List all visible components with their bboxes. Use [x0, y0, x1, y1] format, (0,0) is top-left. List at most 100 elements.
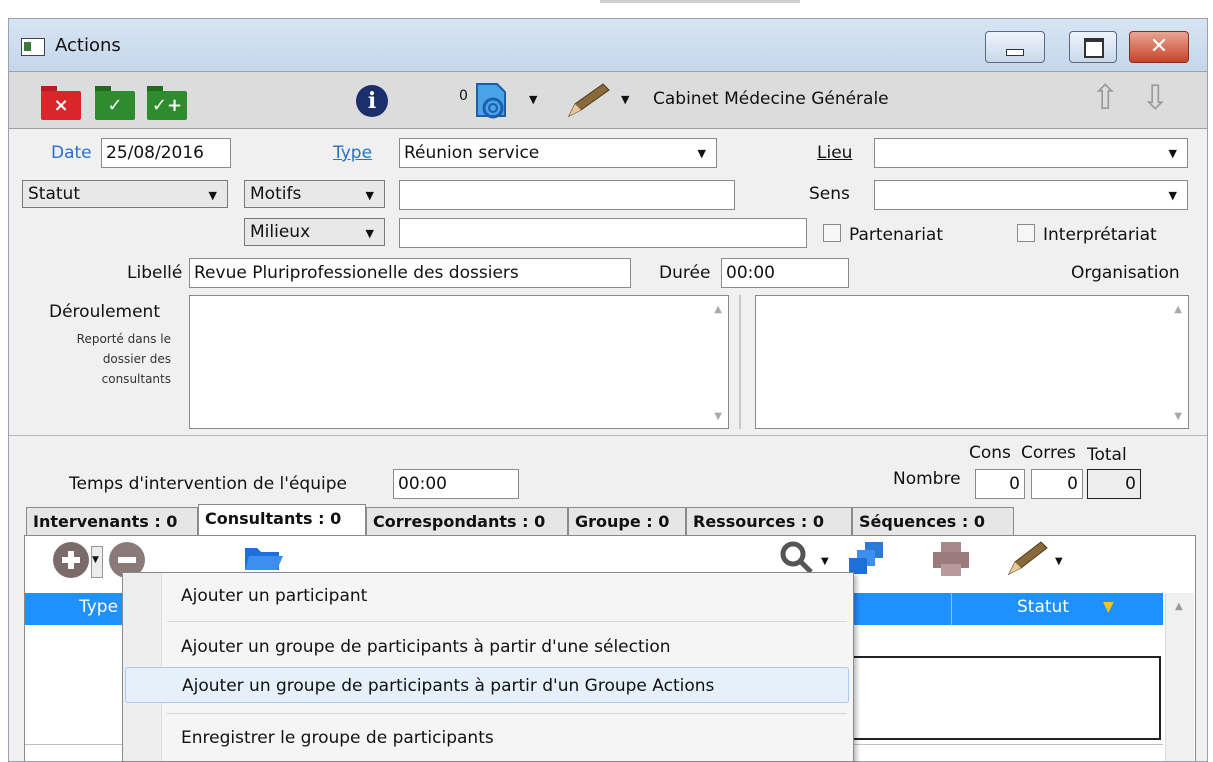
pencil-icon[interactable]: [565, 82, 615, 120]
validate-folder-icon: ✓: [95, 91, 135, 120]
total-count-field: 0: [1087, 469, 1141, 499]
partenariat-checkbox[interactable]: [823, 224, 841, 242]
top-strip: [600, 0, 800, 3]
add-participant-button[interactable]: [53, 542, 89, 578]
tab-correspondants[interactable]: Correspondants : 0: [366, 507, 568, 536]
type-select[interactable]: Réunion service ▼: [399, 138, 717, 168]
chevron-down-icon: ▼: [365, 227, 374, 240]
move-up-icon[interactable]: ⇧: [1091, 78, 1120, 118]
date-field[interactable]: 25/08/2016: [101, 138, 231, 168]
window-title: Actions: [55, 35, 121, 56]
validate-folder-button[interactable]: ✓: [95, 86, 135, 120]
cons-label: Cons: [969, 443, 1011, 463]
minus-icon: [118, 557, 136, 563]
temps-label: Temps d'intervention de l'équipe: [69, 474, 347, 494]
list-focus-box: [845, 656, 1161, 740]
tab-groupe[interactable]: Groupe : 0: [568, 507, 686, 536]
window-icon: [21, 38, 45, 56]
deroulement-note: Reporté dans le dossier des consultants: [29, 329, 171, 389]
organisation-label: Organisation: [1071, 263, 1180, 283]
statut-dropdown[interactable]: Statut ▼: [22, 180, 228, 208]
scroll-up-icon[interactable]: ▲: [1175, 601, 1183, 612]
col-type[interactable]: Type: [79, 597, 118, 617]
lieu-select[interactable]: ▼: [874, 138, 1188, 168]
type-value: Réunion service: [404, 143, 540, 163]
deroulement-note-line: Reporté dans le: [76, 332, 171, 346]
validate-new-folder-icon: ✓+: [147, 91, 187, 120]
close-icon: ✕: [1149, 34, 1169, 59]
cancel-folder-button[interactable]: ×: [41, 86, 81, 120]
chevron-down-icon: ▼: [365, 189, 374, 202]
corres-count-field[interactable]: 0: [1031, 469, 1083, 499]
splitter[interactable]: [739, 295, 741, 429]
chevron-down-icon: ▼: [1168, 147, 1177, 160]
attachment-dropdown-icon[interactable]: ▼: [529, 93, 537, 106]
sort-arrow-icon[interactable]: ▼: [1103, 599, 1114, 615]
validate-new-folder-button[interactable]: ✓+: [147, 86, 187, 120]
menu-separator: [167, 713, 847, 714]
organisation-textarea[interactable]: ▲ ▼: [755, 295, 1189, 429]
sens-select[interactable]: ▼: [874, 180, 1188, 210]
menu-separator: [167, 621, 847, 622]
search-dropdown-icon[interactable]: ▼: [821, 556, 829, 567]
add-participant-menu: Ajouter un participant Ajouter un groupe…: [122, 572, 854, 762]
open-folder-icon[interactable]: [243, 542, 285, 574]
interpretariat-checkbox[interactable]: [1017, 224, 1035, 242]
corres-label: Corres: [1021, 443, 1076, 463]
statut-label: Statut: [28, 184, 80, 204]
libelle-field[interactable]: Revue Pluriprofessionelle des dossiers: [189, 258, 631, 288]
cons-count-field[interactable]: 0: [975, 469, 1025, 499]
motifs-dropdown[interactable]: Motifs ▼: [244, 180, 385, 208]
deroulement-textarea[interactable]: ▲ ▼: [189, 295, 729, 429]
scroll-down-icon[interactable]: ▼: [1174, 411, 1182, 422]
scroll-up-icon[interactable]: ▲: [714, 304, 722, 315]
milieux-field[interactable]: [399, 218, 807, 248]
toolbar: × ✓ ✓+ i 0 ▼ ▼ Cabinet Médecine Générale…: [9, 71, 1207, 129]
chevron-down-icon: ▼: [92, 555, 99, 565]
menu-item-add-group-from-selection[interactable]: Ajouter un groupe de participants à part…: [125, 629, 849, 665]
menu-item-add-group-from-actions-group[interactable]: Ajouter un groupe de participants à part…: [125, 667, 849, 703]
tab-sequences[interactable]: Séquences : 0: [852, 507, 1014, 536]
chevron-down-icon: ▼: [208, 189, 217, 202]
move-down-icon[interactable]: ⇩: [1141, 78, 1170, 118]
type-link[interactable]: Type: [333, 143, 372, 163]
tab-consultants[interactable]: Consultants : 0: [198, 504, 366, 536]
tab-ressources[interactable]: Ressources : 0: [686, 507, 852, 536]
print-icon[interactable]: [931, 540, 971, 578]
plus-icon: [68, 551, 74, 569]
milieux-dropdown[interactable]: Milieux ▼: [244, 218, 385, 246]
search-icon[interactable]: [779, 540, 815, 576]
maximize-button[interactable]: [1069, 31, 1117, 63]
pencil-dropdown-icon[interactable]: ▼: [621, 93, 629, 106]
motifs-field[interactable]: [399, 180, 735, 210]
tab-intervenants[interactable]: Intervenants : 0: [26, 507, 198, 536]
attachment-icon[interactable]: [471, 80, 521, 122]
list-scrollbar[interactable]: ▲: [1165, 593, 1194, 761]
scroll-up-icon[interactable]: ▲: [1174, 304, 1182, 315]
chevron-down-icon: ▼: [697, 147, 706, 160]
libelle-label: Libellé: [127, 263, 183, 283]
col-statut[interactable]: Statut: [1017, 597, 1069, 617]
scroll-down-icon[interactable]: ▼: [714, 411, 722, 422]
minimize-icon: [1006, 49, 1024, 56]
menu-item-save-participant-group[interactable]: Enregistrer le groupe de participants: [125, 720, 849, 756]
partenariat-label: Partenariat: [849, 225, 944, 245]
date-label: Date: [51, 143, 92, 163]
sens-label: Sens: [809, 184, 850, 204]
edit-dropdown-icon[interactable]: ▼: [1055, 556, 1063, 567]
deroulement-note-line: consultants: [101, 372, 171, 386]
close-button[interactable]: ✕: [1129, 31, 1189, 63]
info-icon[interactable]: i: [356, 85, 388, 117]
duree-field[interactable]: 00:00: [721, 258, 849, 288]
attachments-count: 0: [459, 88, 468, 104]
add-participant-dropdown[interactable]: ▼: [91, 546, 103, 578]
duree-label: Durée: [659, 263, 711, 283]
edit-pencil-icon[interactable]: [1005, 540, 1051, 578]
minimize-button[interactable]: [985, 31, 1045, 63]
column-divider: [951, 593, 952, 625]
motifs-label: Motifs: [250, 184, 302, 204]
title-bar: Actions ✕: [9, 19, 1207, 71]
menu-item-add-participant[interactable]: Ajouter un participant: [125, 578, 849, 614]
milieux-label: Milieux: [250, 222, 311, 242]
temps-field[interactable]: 00:00: [393, 469, 519, 499]
